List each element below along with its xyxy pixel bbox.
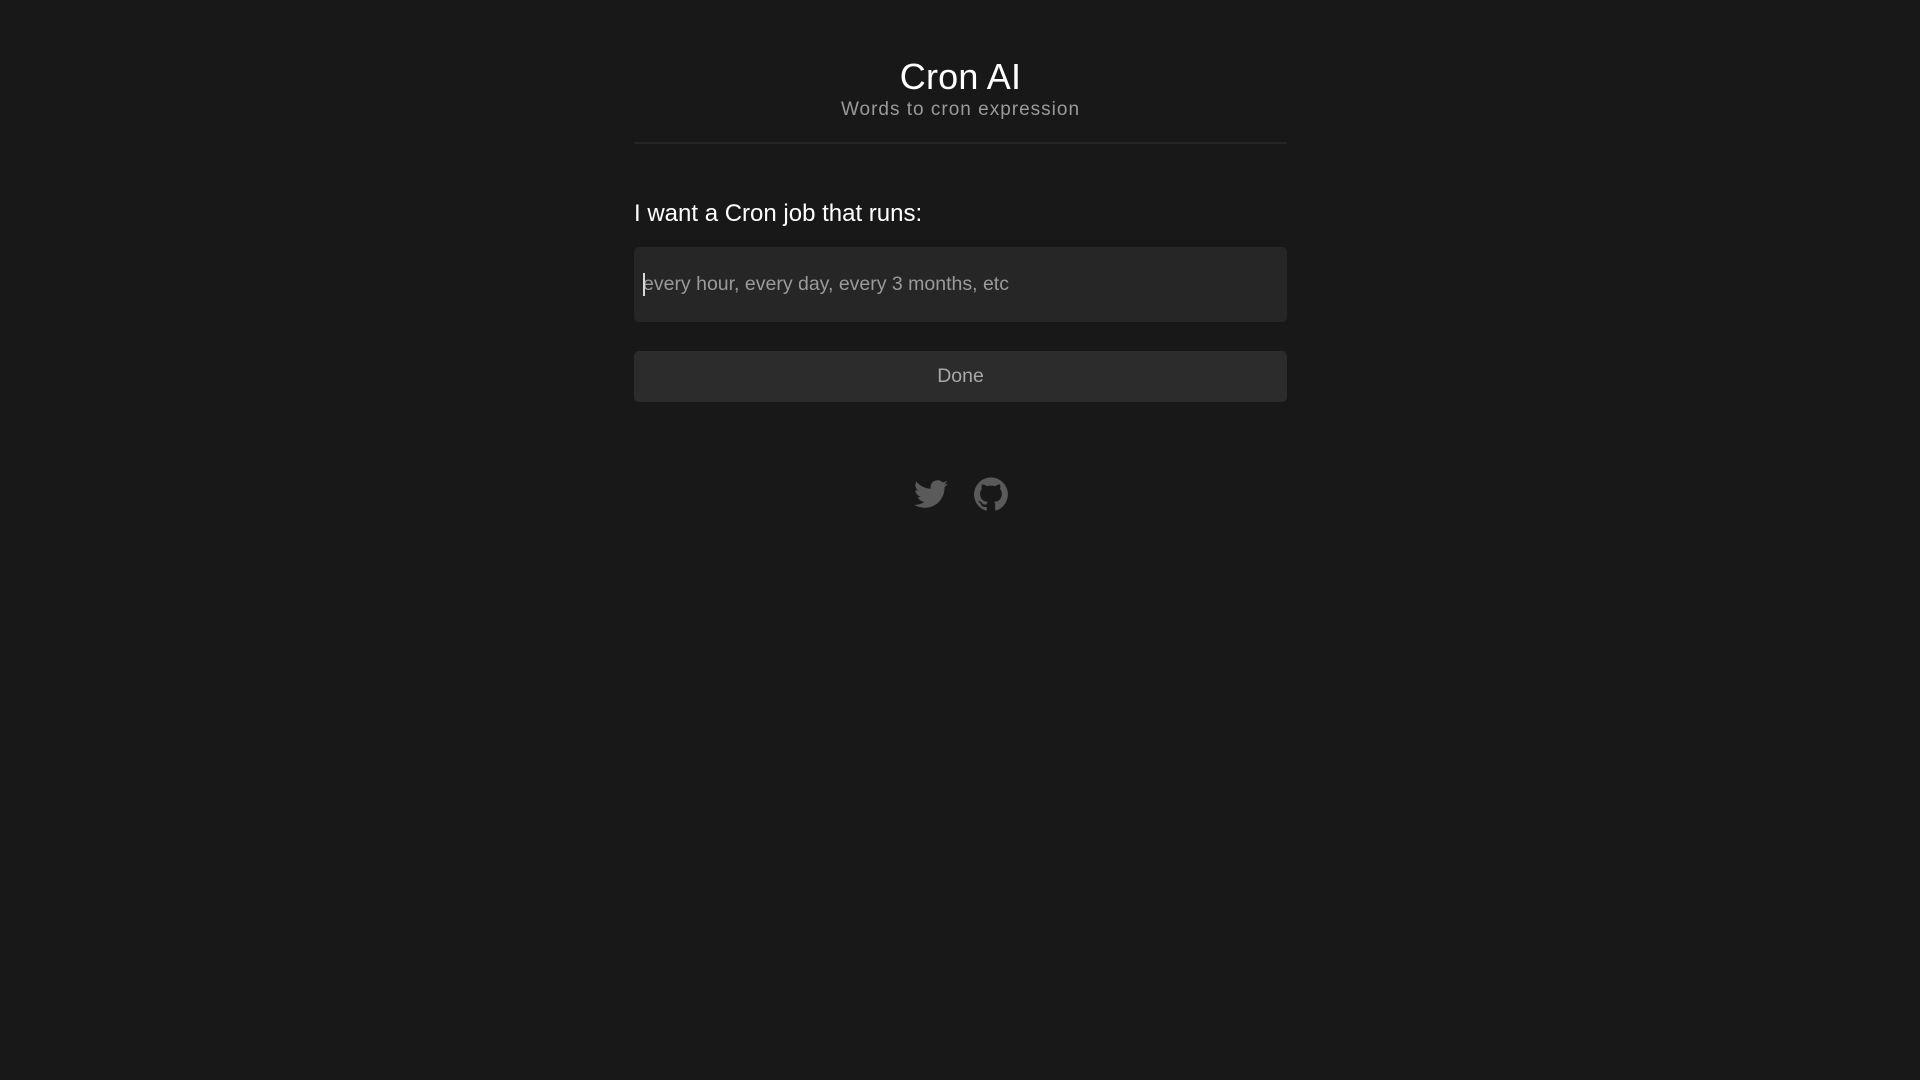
schedule-input-placeholder: every hour, every day, every 3 months, e… [643, 273, 1009, 295]
github-icon [973, 477, 1008, 511]
twitter-icon [913, 480, 948, 508]
page-subtitle: Words to cron expression [840, 99, 1081, 120]
social-links [634, 477, 1287, 511]
github-link[interactable] [973, 477, 1008, 511]
done-button[interactable]: Done [634, 351, 1287, 402]
schedule-input[interactable]: every hour, every day, every 3 months, e… [634, 247, 1287, 322]
cron-prompt-label: I want a Cron job that runs: [634, 200, 923, 227]
main-container: Cron AI Words to cron expression I want … [634, 0, 1287, 511]
twitter-link[interactable] [913, 477, 948, 511]
header: Cron AI Words to cron expression [634, 0, 1287, 144]
page-title: Cron AI [899, 56, 1022, 97]
text-cursor [643, 273, 645, 296]
